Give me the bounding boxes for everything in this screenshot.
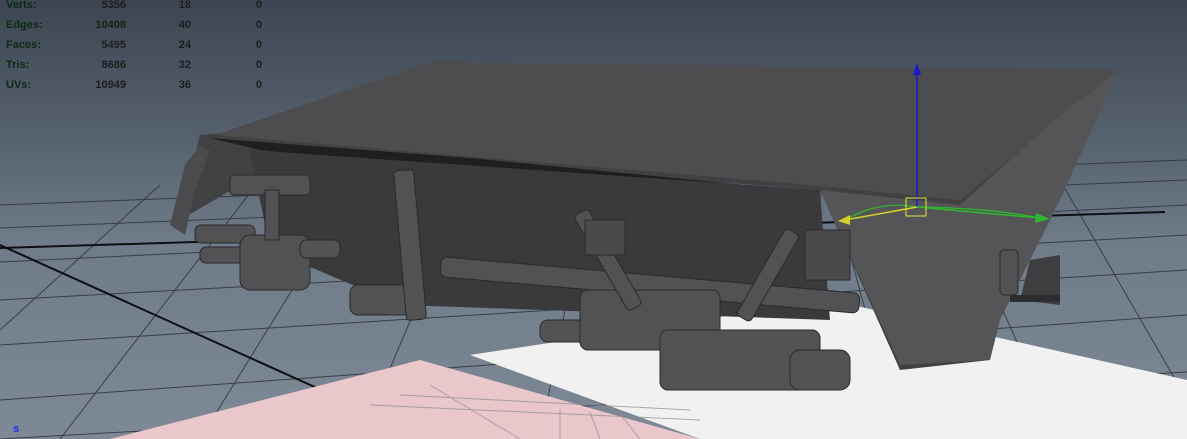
- hud-label: Faces:: [6, 39, 41, 51]
- hud-value-total: 5495: [101, 39, 126, 51]
- hud-value-extra: 0: [255, 19, 262, 31]
- hud-label: Tris:: [6, 59, 30, 71]
- hud-row-tris: Tris: 8686 32 0: [6, 55, 266, 75]
- hud-label: Verts:: [6, 0, 37, 11]
- hud-value-total: 5356: [101, 0, 126, 11]
- 3d-viewport[interactable]: Verts: 5356 18 0 Edges: 10408 40 0 Faces…: [0, 0, 1187, 439]
- hud-value-total: 10408: [95, 19, 126, 31]
- hud-row-uvs: UVs: 10949 36 0: [6, 75, 266, 95]
- hud-value-extra: 0: [255, 59, 262, 71]
- hud-row-faces: Faces: 5495 24 0: [6, 35, 266, 55]
- hud-value-extra: 0: [255, 0, 262, 11]
- hud-row-verts: Verts: 5356 18 0: [6, 0, 266, 15]
- hud-value-selected: 32: [178, 59, 191, 71]
- hud-value-extra: 0: [255, 79, 262, 91]
- poly-count-hud: Verts: 5356 18 0 Edges: 10408 40 0 Faces…: [6, 0, 266, 95]
- viewport-axis-label: s: [13, 423, 20, 435]
- hud-label: Edges:: [6, 19, 43, 31]
- hud-label: UVs:: [6, 79, 32, 91]
- hud-value-total: 10949: [95, 79, 126, 91]
- hud-row-edges: Edges: 10408 40 0: [6, 15, 266, 35]
- hud-value-total: 8686: [101, 59, 126, 71]
- hud-value-selected: 40: [178, 19, 191, 31]
- hud-value-selected: 36: [178, 79, 191, 91]
- hud-value-extra: 0: [255, 39, 262, 51]
- hud-value-selected: 24: [178, 39, 191, 51]
- hud-value-selected: 18: [178, 0, 191, 11]
